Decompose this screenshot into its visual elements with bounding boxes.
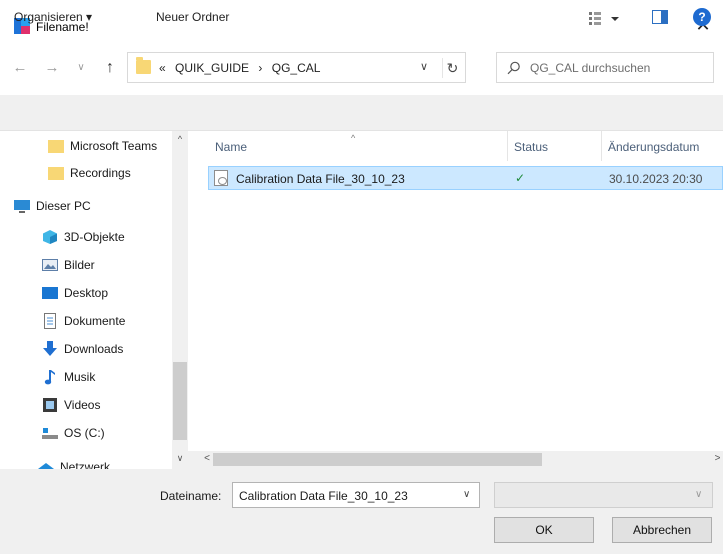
network-icon — [38, 463, 54, 469]
documents-icon — [44, 313, 56, 329]
folder-icon — [136, 57, 151, 74]
scroll-down-icon[interactable]: ∨ — [172, 453, 188, 467]
ok-button[interactable]: OK — [494, 517, 594, 543]
scroll-left-icon[interactable]: < — [200, 451, 214, 467]
organize-button[interactable]: Organisieren ▾ — [14, 10, 92, 24]
navigation-pane: Microsoft Teams Recordings Dieser PC 3D-… — [0, 131, 188, 469]
forward-arrow-icon[interactable]: → — [42, 57, 62, 79]
column-header-name[interactable]: Name — [215, 140, 247, 160]
view-options-icon[interactable] — [589, 8, 625, 28]
preview-pane-icon[interactable] — [652, 10, 668, 24]
music-icon — [44, 370, 55, 385]
chevron-down-icon[interactable]: ∨ — [417, 60, 431, 76]
filename-field[interactable]: Calibration Data File_30_10_23 ∨ — [232, 482, 480, 508]
file-icon — [214, 170, 228, 186]
file-name: Calibration Data File_30_10_23 — [236, 172, 405, 186]
search-placeholder: QG_CAL durchsuchen — [530, 61, 651, 75]
pictures-icon — [42, 259, 58, 271]
desktop-icon — [42, 287, 58, 299]
up-arrow-icon[interactable]: ↑ — [100, 57, 120, 79]
table-row[interactable]: Calibration Data File_30_10_23 ✓ 30.10.2… — [208, 166, 723, 190]
nav-scrollbar-thumb[interactable] — [173, 362, 187, 440]
back-arrow-icon[interactable]: ← — [10, 57, 30, 79]
breadcrumb: « QUIK_GUIDE › QG_CAL — [159, 61, 326, 75]
scroll-up-icon[interactable]: ^ — [172, 134, 188, 148]
folder-icon — [48, 140, 64, 153]
cancel-button[interactable]: Abbrechen — [612, 517, 712, 543]
breadcrumb-item[interactable]: QUIK_GUIDE — [175, 61, 249, 75]
drive-icon — [42, 428, 58, 439]
column-divider[interactable] — [507, 131, 508, 161]
column-header-status[interactable]: Status — [514, 140, 548, 160]
breadcrumb-separator-icon[interactable]: › — [258, 61, 262, 75]
horizontal-scrollbar-thumb[interactable] — [213, 453, 542, 466]
filename-value: Calibration Data File_30_10_23 — [239, 489, 408, 503]
new-folder-button[interactable]: Neuer Ordner — [156, 10, 229, 24]
column-divider[interactable] — [601, 131, 602, 161]
breadcrumb-item[interactable]: QG_CAL — [272, 61, 321, 75]
breadcrumb-overflow[interactable]: « — [159, 61, 166, 75]
address-bar[interactable]: « QUIK_GUIDE › QG_CAL ∨ ↻ — [127, 52, 466, 83]
chevron-down-icon[interactable]: ∨ — [695, 489, 702, 500]
sort-ascending-icon: ^ — [351, 133, 356, 143]
command-toolbar — [0, 95, 723, 131]
file-modified-date: 30.10.2023 20:30 — [609, 172, 703, 186]
3d-objects-icon — [43, 230, 57, 244]
computer-icon — [14, 200, 30, 213]
chevron-down-icon[interactable]: ∨ — [463, 489, 477, 500]
folder-icon — [48, 167, 64, 180]
scroll-right-icon[interactable]: > — [712, 451, 723, 467]
sync-status-icon: ✓ — [515, 171, 526, 185]
file-type-select[interactable]: ∨ — [494, 482, 713, 508]
search-input[interactable]: QG_CAL durchsuchen — [496, 52, 714, 83]
search-icon — [507, 61, 520, 75]
recent-locations-chevron-icon[interactable]: ∨ — [74, 57, 88, 79]
videos-icon — [43, 398, 57, 412]
column-header-modified-date[interactable]: Änderungsdatum — [608, 140, 699, 160]
download-icon — [43, 341, 57, 356]
help-button[interactable]: ? — [693, 8, 711, 26]
refresh-icon[interactable]: ↻ — [442, 58, 462, 78]
filename-label: Dateiname: — [160, 489, 222, 503]
